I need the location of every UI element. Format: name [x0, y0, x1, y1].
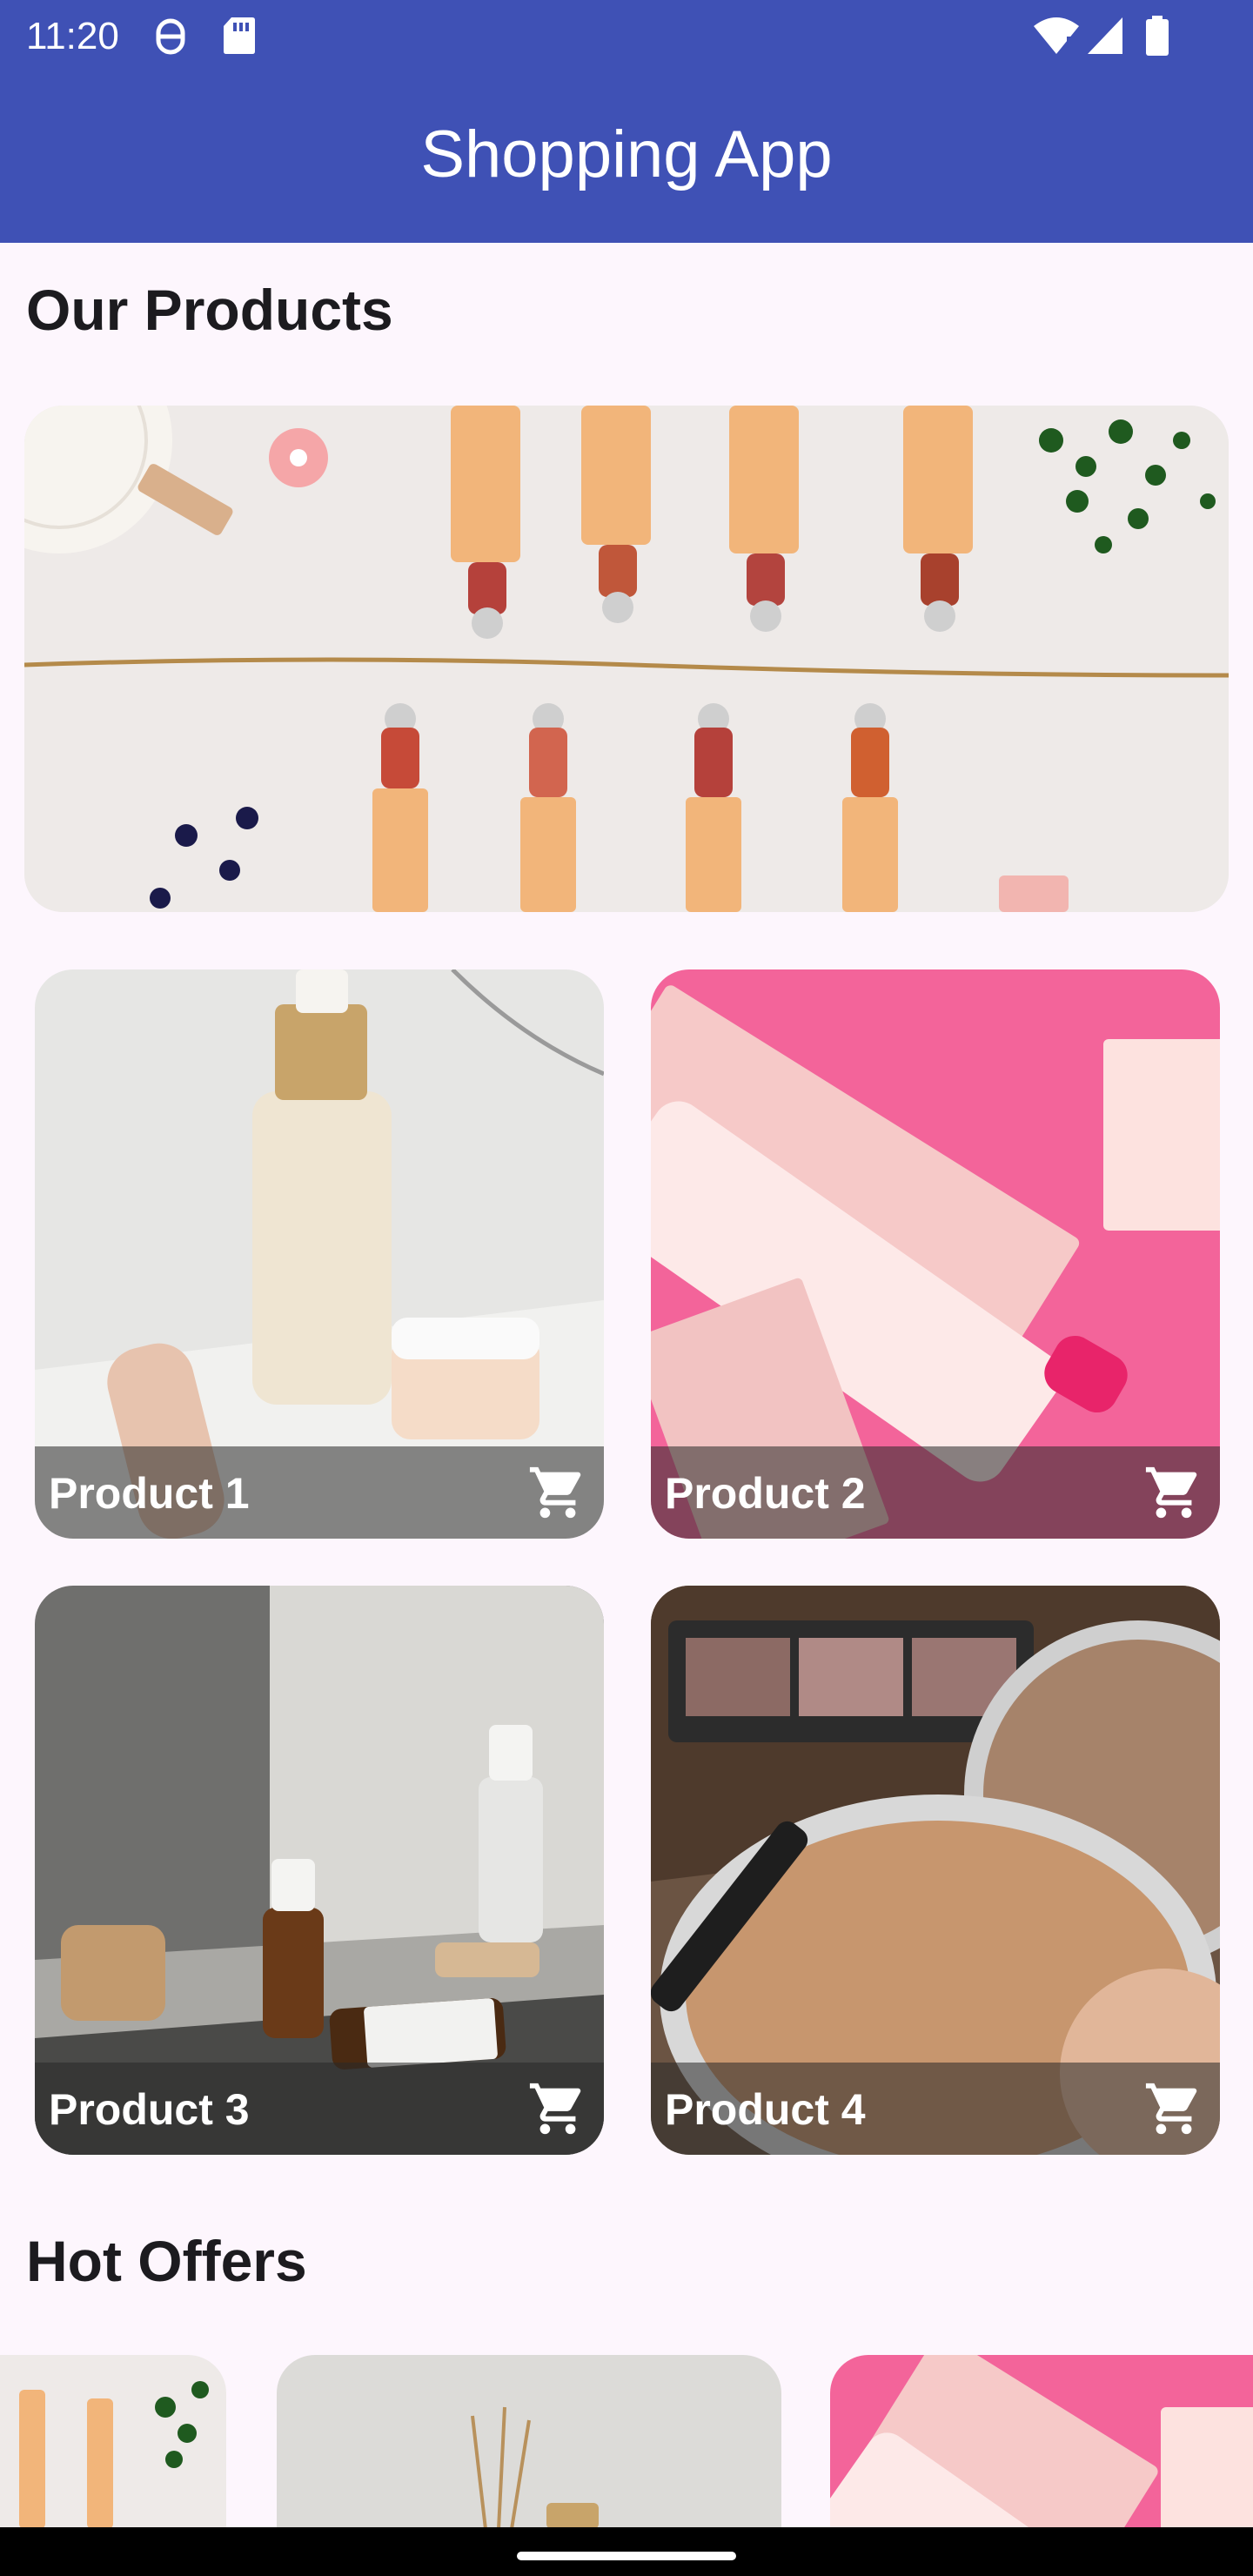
offer-image	[830, 2355, 1253, 2529]
product-name: Product 2	[665, 1469, 866, 1518]
sim-toolkit-icon	[153, 16, 188, 62]
product-name: Product 1	[49, 1469, 250, 1518]
status-time: 11:20	[26, 15, 119, 57]
add-to-cart-icon[interactable]	[1143, 1462, 1204, 1523]
cell-signal-icon	[1086, 16, 1124, 60]
product-name: Product 3	[49, 2085, 250, 2134]
product-card[interactable]: Product 3	[35, 1586, 604, 2155]
offer-card[interactable]	[277, 2355, 781, 2529]
product-name: Product 4	[665, 2085, 866, 2134]
offer-image	[0, 2355, 226, 2529]
offer-image	[277, 2355, 781, 2529]
add-to-cart-icon[interactable]	[527, 1462, 588, 1523]
product-card[interactable]: Product 4	[651, 1586, 1220, 2155]
offers-section-title: Hot Offers	[26, 2229, 307, 2293]
offer-card[interactable]	[830, 2355, 1253, 2529]
hero-banner[interactable]	[24, 406, 1229, 912]
battery-icon	[1145, 16, 1169, 60]
status-bar: 11:20	[0, 0, 1253, 73]
home-gesture-handle[interactable]	[517, 2552, 736, 2560]
add-to-cart-icon[interactable]	[1143, 2078, 1204, 2139]
wifi-icon	[1032, 16, 1081, 60]
product-caption: Product 2	[651, 1446, 1220, 1539]
product-caption: Product 4	[651, 2063, 1220, 2155]
product-card[interactable]: Product 1	[35, 969, 604, 1539]
product-card[interactable]: Product 2	[651, 969, 1220, 1539]
offer-card[interactable]	[0, 2355, 226, 2529]
products-section-title: Our Products	[26, 278, 393, 342]
sd-card-icon	[223, 16, 256, 60]
add-to-cart-icon[interactable]	[527, 2078, 588, 2139]
product-caption: Product 1	[35, 1446, 604, 1539]
app-title: Shopping App	[420, 117, 833, 191]
product-caption: Product 3	[35, 2063, 604, 2155]
system-navigation-bar	[0, 2527, 1253, 2576]
top-app-bar: 11:20 Shopping App	[0, 0, 1253, 243]
hero-banner-image	[24, 406, 1229, 912]
